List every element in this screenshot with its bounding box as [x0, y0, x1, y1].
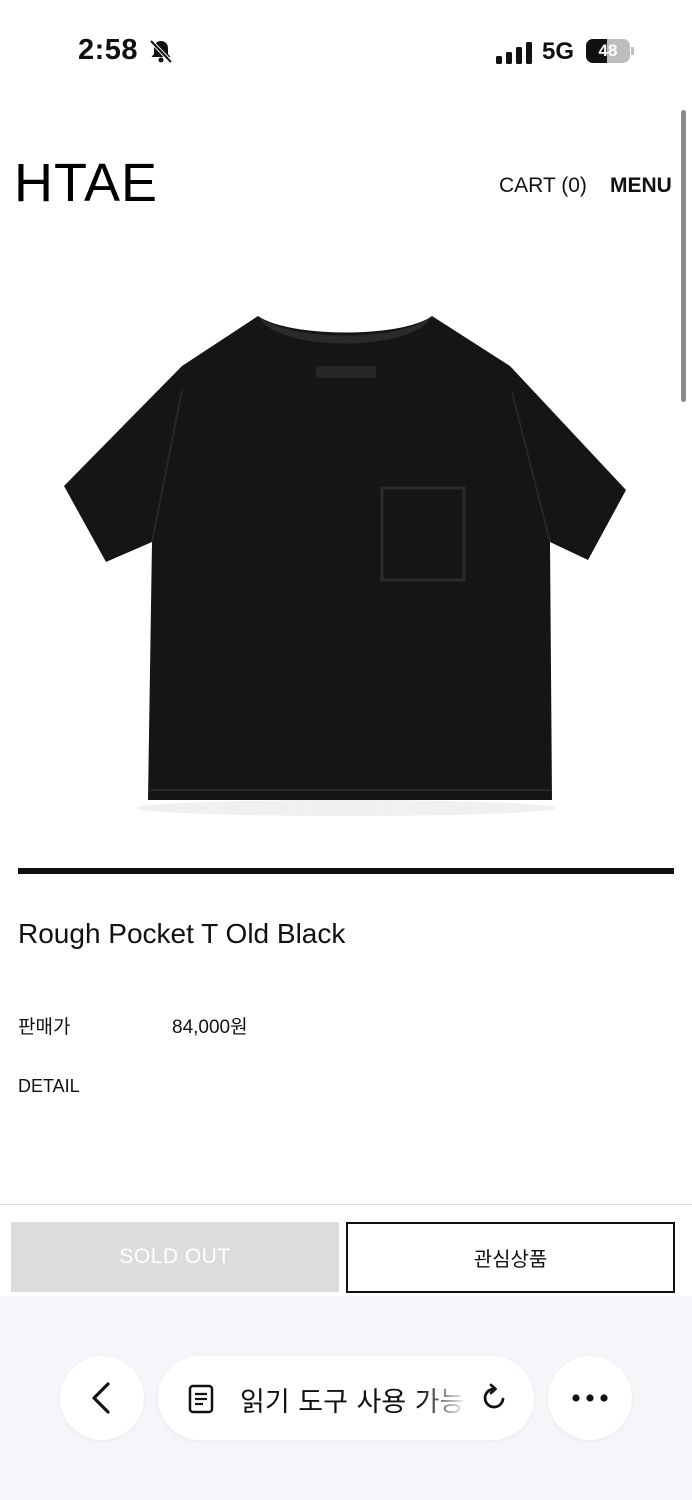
address-bar[interactable]: 읽기 도구 사용 가능 [158, 1356, 534, 1440]
sold-out-button[interactable]: SOLD OUT [11, 1222, 339, 1292]
product-image [64, 316, 626, 816]
site-logo[interactable]: HTAE [14, 152, 158, 214]
action-bar-divider [0, 1204, 692, 1205]
product-name: Rough Pocket T Old Black [18, 918, 346, 949]
wishlist-button[interactable]: 관심상품 [346, 1222, 675, 1293]
menu-button[interactable]: MENU [610, 174, 672, 198]
price-label: 판매가 [18, 1017, 71, 1038]
reload-icon[interactable] [478, 1382, 510, 1414]
cart-link[interactable]: CART (0) [499, 174, 587, 198]
section-divider [18, 868, 674, 874]
chevron-left-icon [92, 1382, 110, 1414]
status-bar: 2:58 5G 48 [0, 0, 692, 100]
detail-link[interactable]: DETAIL [18, 1076, 80, 1097]
price-value: 84,000원 [172, 1017, 248, 1038]
reader-icon[interactable] [188, 1384, 214, 1414]
bell-slash-icon [149, 39, 173, 64]
status-time: 2:58 [78, 34, 139, 66]
battery-icon: 48 [586, 39, 634, 63]
battery-level-text: 48 [598, 41, 618, 60]
browser-more-button[interactable] [548, 1356, 632, 1440]
browser-back-button[interactable] [60, 1356, 144, 1440]
more-icon [572, 1394, 608, 1402]
signal-icon [496, 42, 532, 64]
network-label: 5G [542, 38, 575, 65]
page-scrollbar[interactable] [681, 110, 686, 402]
